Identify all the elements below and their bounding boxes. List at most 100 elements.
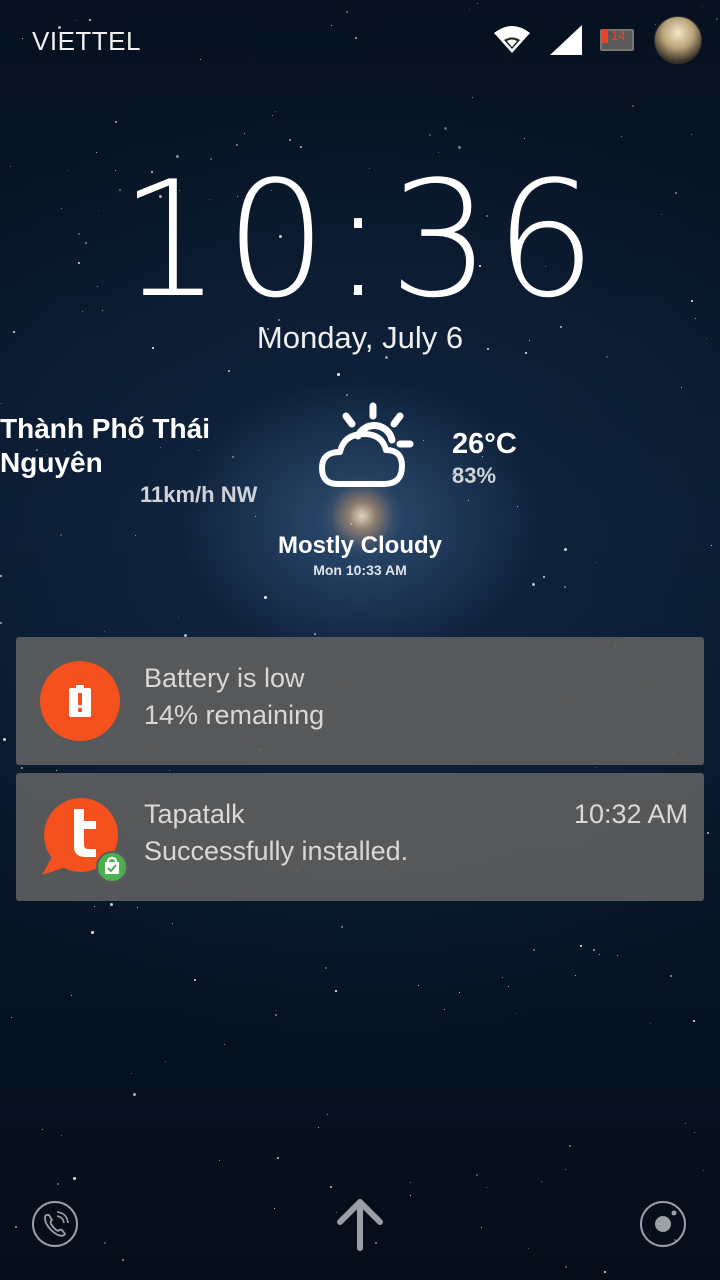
star: [169, 770, 170, 771]
star: [418, 985, 419, 986]
star: [330, 1186, 332, 1188]
phone-shortcut-button[interactable]: [32, 1201, 78, 1247]
star: [71, 995, 72, 996]
star: [621, 136, 622, 137]
alert-glyph-icon: [69, 685, 91, 717]
carrier-name: VIETTEL: [32, 26, 141, 56]
star: [528, 1248, 529, 1249]
star: [94, 906, 95, 907]
unlock-arrow-icon[interactable]: [334, 1196, 386, 1252]
star: [275, 111, 276, 112]
star: [337, 373, 340, 376]
star: [444, 1009, 445, 1010]
partly-cloudy-icon: [319, 402, 414, 487]
star: [3, 738, 6, 741]
star: [275, 1014, 277, 1016]
star: [289, 139, 291, 141]
weather-humidity: 83%: [452, 463, 497, 488]
star: [517, 506, 518, 507]
star: [532, 583, 535, 586]
wifi-icon: [494, 26, 530, 53]
star: [385, 356, 388, 359]
star: [565, 1169, 566, 1170]
notification-text: Successfully installed.: [144, 836, 409, 866]
star: [255, 516, 256, 517]
weather-updated-time: Mon 10:33 AM: [313, 562, 407, 578]
camera-icon: [655, 1210, 677, 1232]
battery-alert-icon: [40, 661, 120, 741]
star: [596, 767, 597, 768]
weather-wind: 11km/h NW: [140, 482, 258, 507]
star: [274, 1208, 275, 1209]
star: [335, 990, 337, 992]
star: [541, 1181, 542, 1182]
star: [575, 975, 576, 976]
star: [275, 1010, 276, 1011]
star: [681, 387, 682, 388]
star: [565, 1266, 567, 1268]
clock-time: 10:36: [119, 146, 601, 333]
weather-temperature: 26°C: [452, 428, 517, 460]
star: [91, 931, 94, 934]
star: [423, 440, 424, 441]
star: [325, 967, 327, 969]
star: [57, 1183, 59, 1185]
star: [691, 134, 692, 135]
star: [593, 949, 595, 951]
star: [96, 152, 97, 153]
star: [21, 767, 23, 769]
star: [244, 133, 245, 134]
star: [61, 1135, 62, 1136]
star: [606, 356, 608, 358]
star: [341, 926, 343, 928]
shopping-bag-icon: [105, 856, 119, 874]
star: [707, 832, 709, 834]
notification-battery-low[interactable]: Battery is low 14% remaining: [16, 637, 704, 765]
star: [569, 1145, 571, 1147]
clock-date: Monday, July 6: [256, 320, 464, 355]
notification-time: 10:32 AM: [573, 799, 688, 829]
star: [228, 370, 230, 372]
star: [327, 1114, 328, 1115]
phone-icon: [44, 1211, 69, 1237]
star: [476, 1174, 478, 1176]
notification-title: Battery is low: [144, 663, 305, 693]
star: [685, 1123, 686, 1124]
star: [580, 945, 582, 947]
star: [224, 1044, 225, 1045]
weather-city: Thành Phố Thái Nguyên: [0, 413, 210, 478]
star: [110, 903, 113, 906]
star: [486, 1187, 487, 1188]
star: [165, 1061, 166, 1062]
star: [444, 127, 447, 130]
star: [693, 1020, 695, 1022]
star: [219, 1160, 220, 1161]
star: [137, 907, 138, 908]
star: [15, 1226, 17, 1228]
avatar[interactable]: [654, 16, 702, 64]
star: [650, 1023, 651, 1024]
star: [502, 977, 503, 978]
star: [178, 617, 179, 618]
star: [703, 1170, 704, 1171]
camera-shortcut-button[interactable]: [640, 1201, 686, 1247]
notification-title: Tapatalk: [144, 799, 245, 829]
star: [632, 105, 634, 107]
notification-text: 14% remaining: [144, 700, 325, 730]
star: [11, 1017, 12, 1018]
star: [318, 1127, 319, 1128]
star: [172, 923, 173, 924]
status-icons: 14: [492, 16, 702, 64]
star: [122, 1259, 124, 1261]
star: [524, 138, 525, 139]
star: [459, 992, 460, 993]
star: [617, 955, 618, 956]
star: [264, 596, 267, 599]
star: [272, 115, 273, 116]
battery-icon: 14: [600, 27, 640, 53]
star: [133, 1093, 136, 1096]
star: [104, 631, 105, 632]
star: [194, 979, 196, 981]
notification-tapatalk[interactable]: Tapatalk Successfully installed. 10:32 A…: [16, 773, 704, 901]
star: [115, 121, 117, 123]
